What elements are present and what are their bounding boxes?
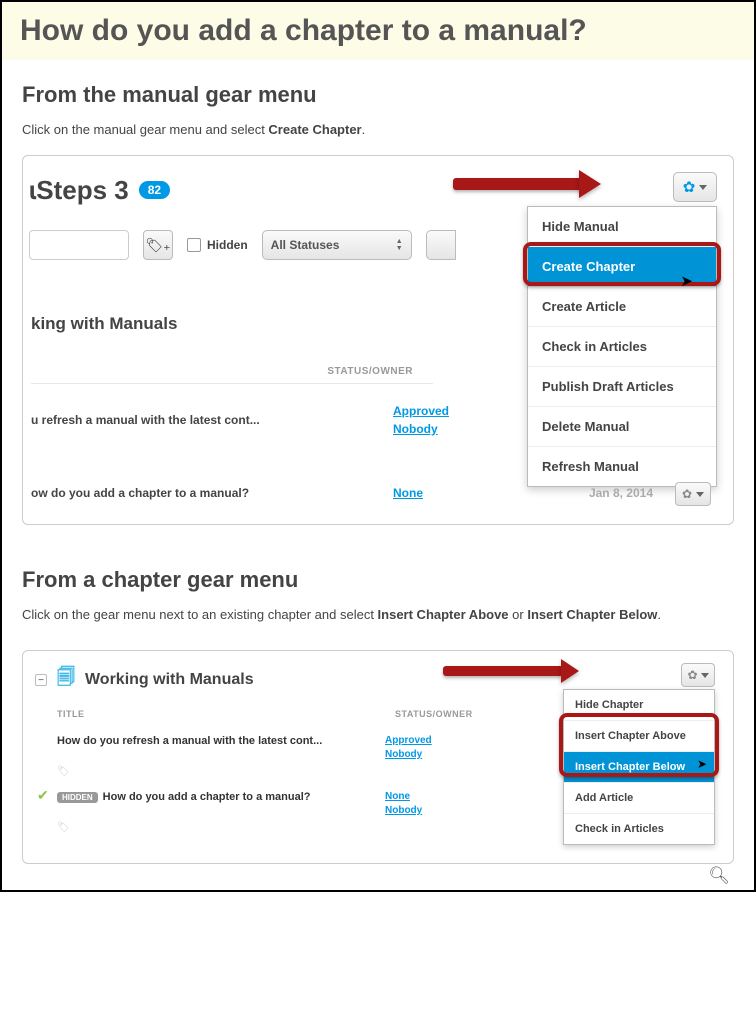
- text-bold: Insert Chapter Below: [527, 607, 657, 622]
- section2-intro: Click on the gear menu next to an existi…: [22, 607, 734, 622]
- col-status-owner: STATUS/OWNER: [327, 366, 413, 377]
- chapter-heading-partial: king with Manuals: [31, 314, 177, 334]
- gear-icon: ✿: [683, 178, 696, 196]
- menu-insert-chapter-below[interactable]: Insert Chapter Below: [564, 751, 714, 782]
- menu-hide-chapter[interactable]: Hide Chapter: [564, 690, 714, 720]
- row-title: ow do you add a chapter to a manual?: [31, 486, 393, 500]
- gear-icon: ✿: [682, 487, 692, 501]
- section-chapter-gear: From a chapter gear menu Click on the ge…: [2, 545, 754, 650]
- hidden-label: Hidden: [207, 238, 248, 252]
- caret-down-icon: [699, 185, 707, 190]
- text-bold: Create Chapter: [268, 122, 361, 137]
- text: .: [362, 122, 366, 137]
- text: Click on the gear menu next to an existi…: [22, 607, 378, 622]
- caret-down-icon: [701, 673, 709, 678]
- column-headers: STATUS/OWNER: [31, 366, 433, 384]
- hidden-checkbox[interactable]: Hidden: [187, 238, 248, 252]
- col-status-owner: STATUS/OWNER: [395, 709, 473, 719]
- row-date: Jan 8, 2014: [589, 486, 653, 500]
- annotation-arrow: [453, 178, 583, 190]
- menu-refresh-manual[interactable]: Refresh Manual: [528, 446, 716, 486]
- owner-link[interactable]: Nobody: [393, 422, 483, 436]
- tag-add-button[interactable]: 🏷︎₊: [143, 230, 173, 260]
- owner-link[interactable]: Nobody: [385, 805, 465, 816]
- col-title: TITLE: [35, 709, 375, 719]
- item-title-text: How do you add a chapter to a manual?: [103, 791, 311, 803]
- text: .: [657, 607, 661, 622]
- menu-check-in-articles[interactable]: Check in Articles: [564, 813, 714, 844]
- row-gear-button[interactable]: ✿: [675, 482, 711, 506]
- text: or: [509, 607, 528, 622]
- section1-intro: Click on the manual gear menu and select…: [22, 122, 734, 137]
- count-badge: 82: [139, 181, 170, 199]
- row-title: u refresh a manual with the latest cont.…: [31, 413, 393, 427]
- hidden-badge: HIDDEN: [57, 792, 98, 803]
- menu-hide-manual[interactable]: Hide Manual: [528, 207, 716, 246]
- search-input[interactable]: [29, 230, 129, 260]
- shot1-title-text: Steps 3: [36, 175, 129, 205]
- menu-delete-manual[interactable]: Delete Manual: [528, 406, 716, 446]
- status-link[interactable]: Approved: [393, 404, 483, 418]
- text-bold: Insert Chapter Above: [378, 607, 509, 622]
- partial-button[interactable]: [426, 230, 456, 260]
- table-row[interactable]: ow do you add a chapter to a manual? Non…: [31, 486, 483, 500]
- checkbox-icon: [187, 238, 201, 252]
- item-title: HIDDEN How do you add a chapter to a manu…: [35, 791, 375, 803]
- gear-icon: ✿: [687, 668, 697, 682]
- table-row[interactable]: u refresh a manual with the latest cont.…: [31, 404, 483, 436]
- screenshot-1: ɩSteps 3 82 ✿ 🏷︎₊ Hidden All Statuses: [22, 155, 734, 525]
- item-title: How do you refresh a manual with the lat…: [35, 735, 375, 747]
- text: Click on the manual gear menu and select: [22, 122, 268, 137]
- menu-create-chapter[interactable]: Create Chapter: [528, 246, 716, 286]
- manual-gear-menu: Hide Manual Create Chapter Create Articl…: [527, 206, 717, 487]
- zoom-icon[interactable]: 🔍︎: [708, 866, 730, 886]
- check-icon: ✔: [37, 787, 49, 804]
- page-title: How do you add a chapter to a manual?: [20, 14, 736, 48]
- status-link[interactable]: None: [385, 791, 465, 802]
- menu-check-in-articles[interactable]: Check in Articles: [528, 326, 716, 366]
- stepper-icon: ▲▼: [396, 238, 403, 252]
- title-banner: How do you add a chapter to a manual?: [2, 2, 754, 60]
- section2-heading: From a chapter gear menu: [22, 567, 734, 593]
- owner-link[interactable]: Nobody: [385, 749, 465, 760]
- section-manual-gear: From the manual gear menu Click on the m…: [2, 60, 754, 545]
- menu-add-article[interactable]: Add Article: [564, 782, 714, 813]
- document-icon: 🗐: [57, 665, 75, 695]
- annotation-arrow: [443, 666, 563, 676]
- menu-create-article[interactable]: Create Article: [528, 286, 716, 326]
- screenshot-2: − 🗐 Working with Manuals ✿ TITLE STATUS/…: [22, 650, 734, 864]
- chapter-gear-menu: Hide Chapter Insert Chapter Above Insert…: [563, 689, 715, 845]
- manual-gear-button[interactable]: ✿: [673, 172, 717, 202]
- chapter-title: Working with Manuals: [85, 671, 254, 689]
- menu-insert-chapter-above[interactable]: Insert Chapter Above: [564, 720, 714, 751]
- section1-heading: From the manual gear menu: [22, 82, 734, 108]
- shot1-title-partial: ɩSteps 3: [29, 175, 129, 206]
- menu-publish-draft[interactable]: Publish Draft Articles: [528, 366, 716, 406]
- status-select-label: All Statuses: [271, 238, 340, 252]
- caret-down-icon: [696, 492, 704, 497]
- status-link[interactable]: Approved: [385, 735, 465, 746]
- status-select[interactable]: All Statuses ▲▼: [262, 230, 412, 260]
- chapter-gear-button[interactable]: ✿: [681, 663, 715, 687]
- collapse-icon[interactable]: −: [35, 674, 47, 686]
- status-link[interactable]: None: [393, 486, 483, 500]
